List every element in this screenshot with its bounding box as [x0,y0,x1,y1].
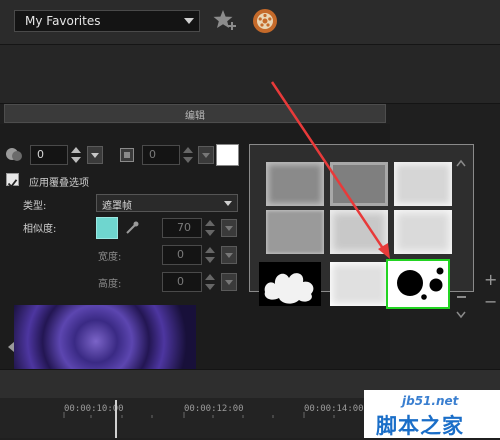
watermark-site: jb51.net [402,394,459,408]
watermark-brand: 脚本之家 [376,414,464,438]
watermark: jb51.net 脚本之家 [364,390,500,438]
timeline-tick-label: 00:00:12:00 [184,404,244,414]
playhead[interactable] [115,400,117,438]
timeline-tick-label: 00:00:14:00 [304,404,364,414]
